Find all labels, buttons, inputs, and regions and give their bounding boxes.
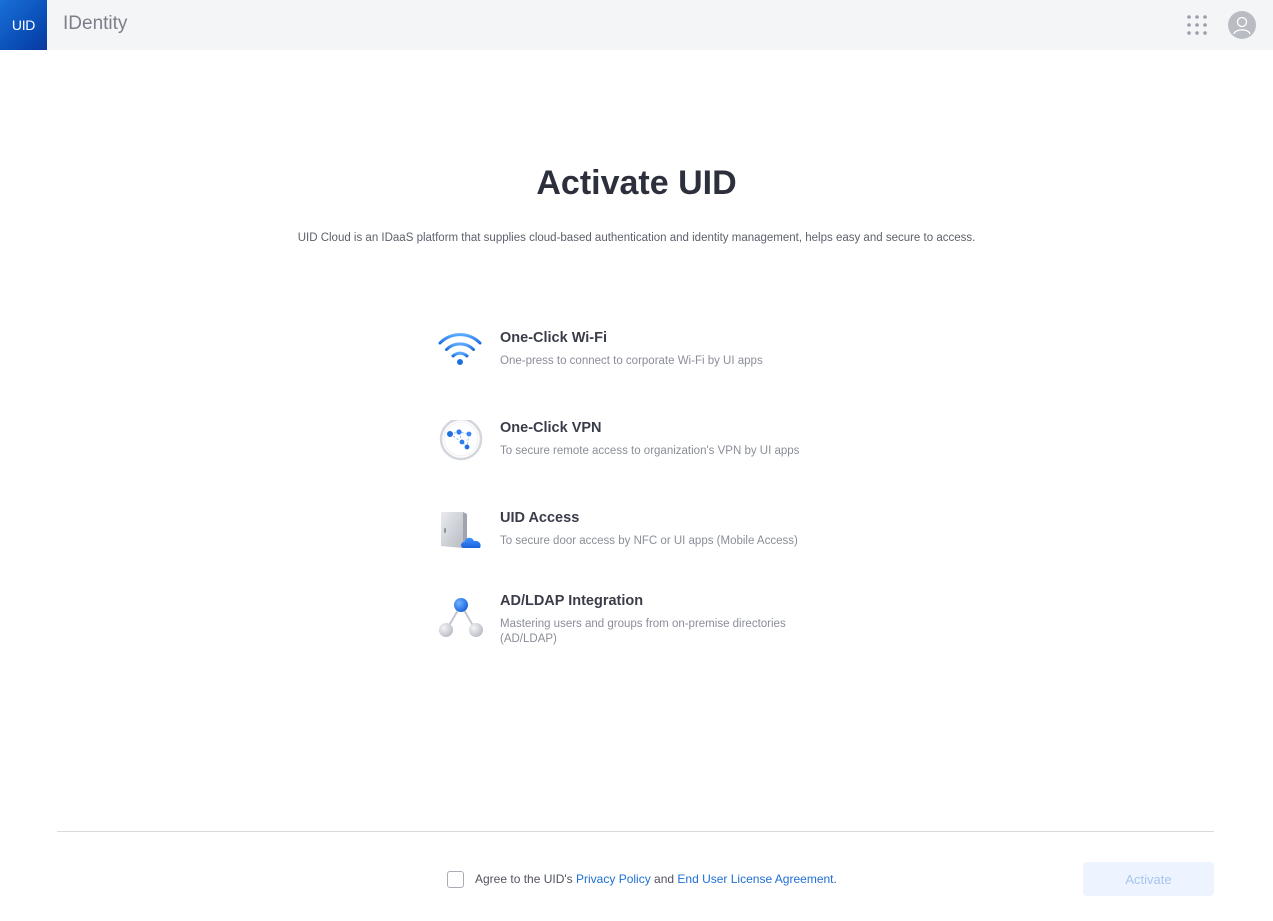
feature-description: One-press to connect to corporate Wi-Fi … <box>500 355 763 367</box>
directory-tree-icon <box>437 593 483 639</box>
feature-description: To secure door access by NFC or UI apps … <box>500 535 798 547</box>
logo-text: UID <box>11 17 36 33</box>
door-cloud-icon <box>437 510 483 556</box>
feature-item-vpn: One-Click VPN To secure remote access to… <box>437 417 857 466</box>
footer-divider <box>57 831 1214 832</box>
activate-button[interactable]: Activate <box>1083 862 1214 896</box>
agreement-text: Agree to the UID's Privacy Policy and En… <box>475 872 837 886</box>
feature-title: One-Click VPN <box>500 420 602 436</box>
feature-title: AD/LDAP Integration <box>500 593 644 609</box>
page-subtitle: UID Cloud is an IDaaS platform that supp… <box>297 232 976 244</box>
uid-logo[interactable]: UID <box>0 0 47 50</box>
feature-description: Mastering users and groups from on-premi… <box>500 618 786 645</box>
agree-prefix: Agree to the UID's <box>475 872 577 886</box>
agreement-row: Agree to the UID's Privacy Policy and En… <box>447 870 837 888</box>
eula-link[interactable]: End User License Agreement <box>677 872 833 886</box>
feature-description: To secure remote access to organization'… <box>500 445 800 457</box>
privacy-policy-link[interactable]: Privacy Policy <box>576 872 651 886</box>
feature-item-uid-access: UID Access To secure door access by NFC … <box>437 510 857 556</box>
agree-checkbox[interactable] <box>447 870 464 888</box>
agree-and: and <box>650 872 678 886</box>
app-title: IDentity <box>63 13 128 34</box>
feature-title: One-Click Wi-Fi <box>500 330 608 346</box>
vpn-icon <box>437 417 483 466</box>
agree-suffix: . <box>833 872 837 886</box>
top-bar: UID IDentity <box>0 0 1273 50</box>
page-title: Activate UID <box>536 164 737 202</box>
user-avatar-icon[interactable] <box>1228 11 1256 39</box>
wifi-icon <box>437 330 483 376</box>
feature-item-ad-ldap: AD/LDAP Integration Mastering users and … <box>437 593 857 645</box>
grid-dots-icon[interactable] <box>1186 14 1208 36</box>
feature-title: UID Access <box>500 510 580 526</box>
feature-item-wifi: One-Click Wi-Fi One-press to connect to … <box>437 330 857 376</box>
